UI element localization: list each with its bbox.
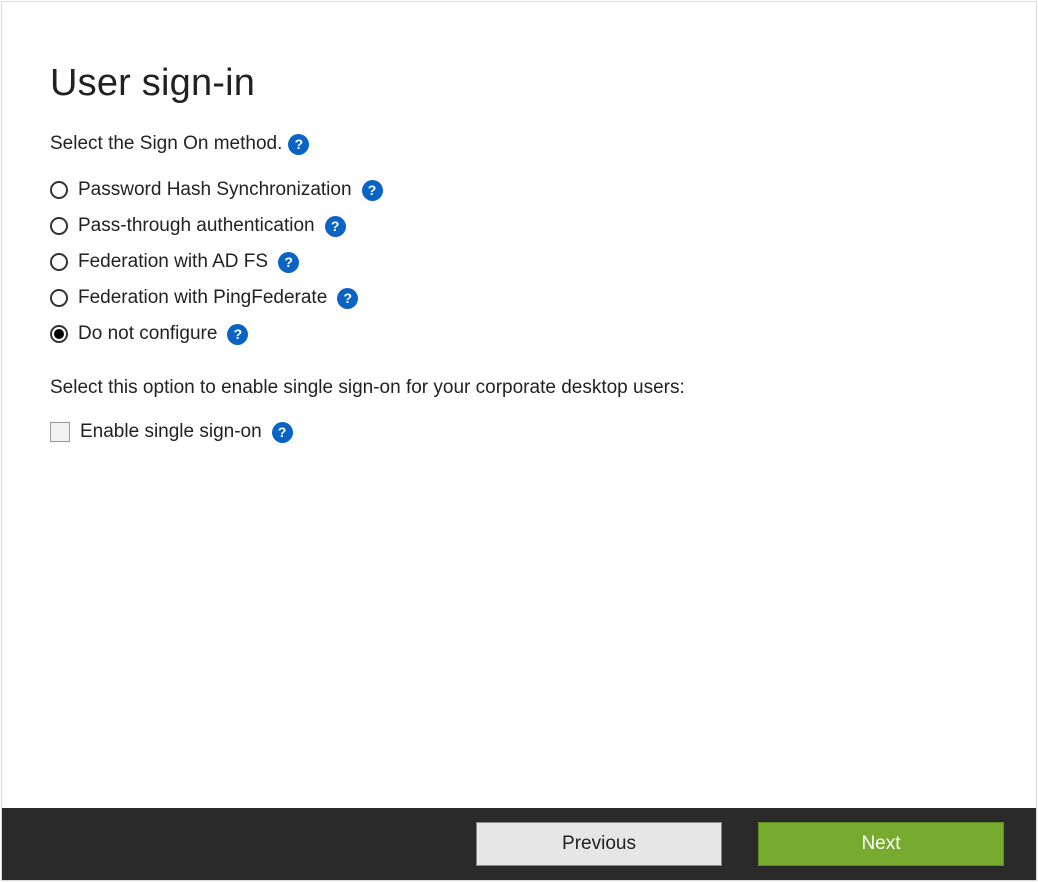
option-label: Pass-through authentication	[78, 215, 315, 237]
radio-do-not-configure[interactable]	[50, 325, 68, 343]
wizard-footer: Previous Next	[2, 808, 1036, 880]
help-icon[interactable]: ?	[272, 422, 293, 443]
enable-sso-checkbox[interactable]	[50, 422, 70, 442]
option-label: Do not configure	[78, 323, 217, 345]
option-pass-through-auth: Pass-through authentication ?	[50, 215, 988, 237]
next-button[interactable]: Next	[758, 822, 1004, 866]
sign-on-options: Password Hash Synchronization ? Pass-thr…	[50, 179, 988, 345]
wizard-frame: User sign-in Select the Sign On method. …	[1, 1, 1037, 881]
option-federation-adfs: Federation with AD FS ?	[50, 251, 988, 273]
enable-sso-row: Enable single sign-on ?	[50, 421, 988, 443]
radio-federation-pingfederate[interactable]	[50, 289, 68, 307]
previous-button[interactable]: Previous	[476, 822, 722, 866]
help-icon[interactable]: ?	[337, 288, 358, 309]
option-do-not-configure: Do not configure ?	[50, 323, 988, 345]
radio-pass-through-auth[interactable]	[50, 217, 68, 235]
sso-description: Select this option to enable single sign…	[50, 377, 988, 399]
radio-password-hash-sync[interactable]	[50, 181, 68, 199]
page-title: User sign-in	[50, 62, 988, 105]
option-label: Password Hash Synchronization	[78, 179, 352, 201]
option-password-hash-sync: Password Hash Synchronization ?	[50, 179, 988, 201]
help-icon[interactable]: ?	[288, 134, 309, 155]
content-area: User sign-in Select the Sign On method. …	[2, 2, 1036, 443]
option-label: Federation with AD FS	[78, 251, 268, 273]
instruction-text: Select the Sign On method.	[50, 133, 282, 155]
help-icon[interactable]: ?	[325, 216, 346, 237]
help-icon[interactable]: ?	[227, 324, 248, 345]
radio-federation-adfs[interactable]	[50, 253, 68, 271]
help-icon[interactable]: ?	[362, 180, 383, 201]
option-federation-pingfederate: Federation with PingFederate ?	[50, 287, 988, 309]
option-label: Federation with PingFederate	[78, 287, 327, 309]
instruction-row: Select the Sign On method. ?	[50, 133, 988, 155]
help-icon[interactable]: ?	[278, 252, 299, 273]
enable-sso-label: Enable single sign-on	[80, 421, 262, 443]
